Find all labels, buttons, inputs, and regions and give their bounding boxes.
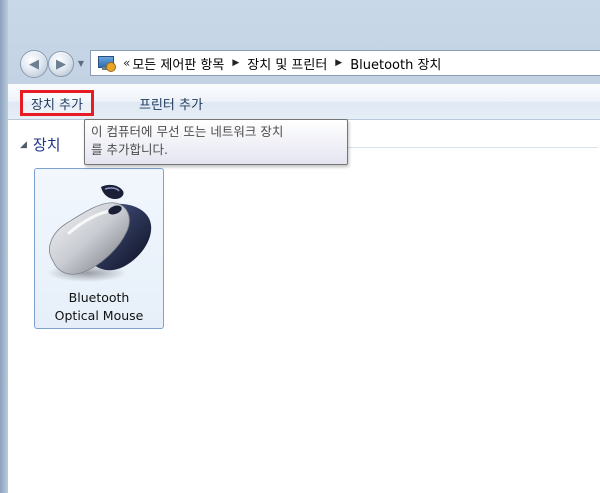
add-device-label: 장치 추가 — [31, 97, 83, 113]
breadcrumb-item-all-control-panel[interactable]: 모든 제어판 항목 — [132, 54, 224, 73]
forward-button[interactable]: ▶ — [48, 51, 74, 77]
navigation-bar: ◀ ▶ ▼ « 모든 제어판 항목 ▶ 장치 및 프린터 ▶ Bluetooth… — [8, 44, 600, 84]
breadcrumb-item-devices-printers[interactable]: 장치 및 프린터 — [247, 54, 327, 73]
arrow-right-icon: ▶ — [56, 56, 66, 72]
device-label-line1: Bluetooth — [68, 290, 130, 305]
devices-and-printers-icon — [97, 55, 116, 72]
breadcrumb-separator-icon[interactable]: ▶ — [232, 58, 239, 68]
mouse-icon — [47, 184, 152, 282]
collapse-triangle-icon[interactable]: ◢ — [20, 140, 27, 150]
breadcrumb: « 모든 제어판 항목 ▶ 장치 및 프린터 ▶ Bluetooth 장치 — [121, 54, 441, 73]
add-device-tooltip: 이 컴퓨터에 무선 또는 네트워크 장치 를 추가합니다. — [84, 119, 348, 165]
device-group-label: 장치 — [32, 136, 61, 154]
device-item-bluetooth-mouse[interactable]: Bluetooth Optical Mouse — [34, 168, 164, 329]
device-group-header[interactable]: ◢ 장치 — [20, 134, 61, 155]
back-button[interactable]: ◀ — [20, 50, 48, 78]
device-list-pane: ◢ 장치 Bluetooth Optical Mouse — [8, 120, 600, 493]
address-bar[interactable]: « 모든 제어판 항목 ▶ 장치 및 프린터 ▶ Bluetooth 장치 — [90, 50, 600, 76]
add-printer-label: 프린터 추가 — [139, 97, 203, 113]
window-left-edge — [0, 0, 8, 493]
command-bar: 장치 추가 프린터 추가 — [8, 84, 600, 120]
tooltip-line1: 이 컴퓨터에 무선 또는 네트워크 장치 — [91, 124, 284, 139]
add-device-button[interactable]: 장치 추가 — [20, 90, 94, 116]
device-label-line2: Optical Mouse — [54, 308, 144, 323]
device-label: Bluetooth Optical Mouse — [35, 289, 163, 325]
tooltip-line2: 를 추가합니다. — [91, 142, 168, 157]
add-printer-button[interactable]: 프린터 추가 — [133, 93, 209, 113]
chevron-down-icon: ▼ — [77, 58, 85, 68]
breadcrumb-overflow-button[interactable]: « — [123, 56, 130, 70]
recent-pages-dropdown[interactable]: ▼ — [76, 56, 86, 70]
breadcrumb-separator-icon[interactable]: ▶ — [335, 58, 342, 68]
arrow-left-icon: ◀ — [29, 56, 39, 72]
breadcrumb-item-bluetooth-devices[interactable]: Bluetooth 장치 — [350, 54, 441, 73]
